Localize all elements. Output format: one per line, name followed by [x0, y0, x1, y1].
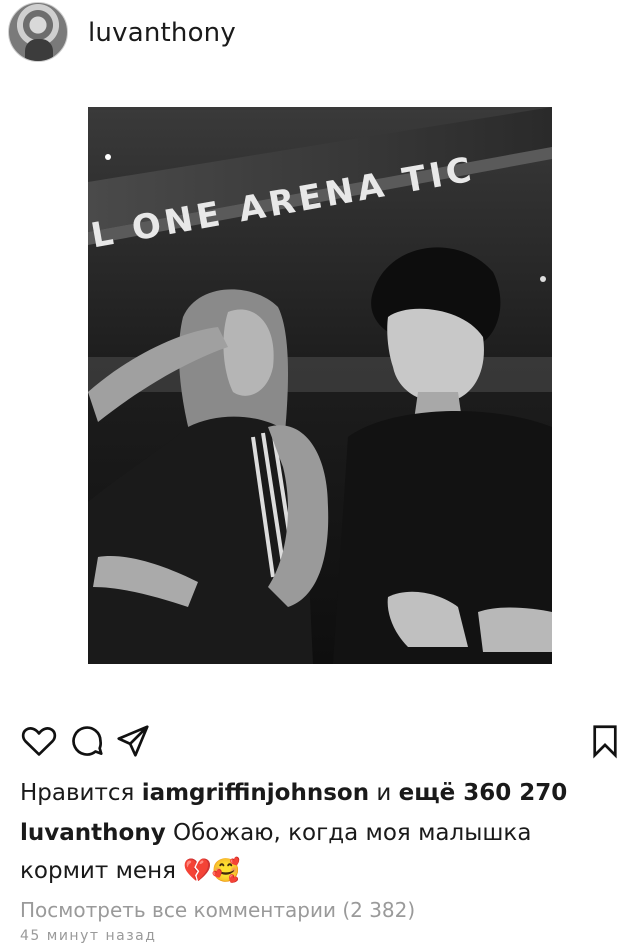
likes-line: Нравится iamgriffinjohnson и ещё 360 270: [20, 780, 567, 806]
caption-emojis: 💔🥰: [183, 858, 241, 884]
send-icon[interactable]: [114, 722, 152, 760]
bookmark-icon[interactable]: [586, 722, 624, 760]
post-username[interactable]: luvanthony: [88, 18, 236, 48]
liker-username[interactable]: iamgriffinjohnson: [142, 780, 369, 806]
view-all-comments-link[interactable]: Посмотреть все комментарии (2 382): [20, 898, 415, 922]
heart-icon[interactable]: [20, 722, 58, 760]
likes-count[interactable]: ещё 360 270: [399, 780, 568, 806]
likes-prefix: Нравится: [20, 780, 135, 806]
post-caption: luvanthony Обожаю, когда моя малышка кор…: [20, 814, 590, 890]
caption-username[interactable]: luvanthony: [20, 820, 166, 846]
post-actions-bar: [20, 722, 620, 762]
post-timestamp: 45 минут назад: [20, 928, 157, 944]
likes-middle: и: [376, 780, 392, 806]
profile-avatar[interactable]: [8, 2, 68, 62]
post-photo[interactable]: L ONE ARENA TIC: [88, 107, 552, 664]
comment-icon[interactable]: [68, 722, 106, 760]
post-header: luvanthony: [0, 0, 628, 72]
